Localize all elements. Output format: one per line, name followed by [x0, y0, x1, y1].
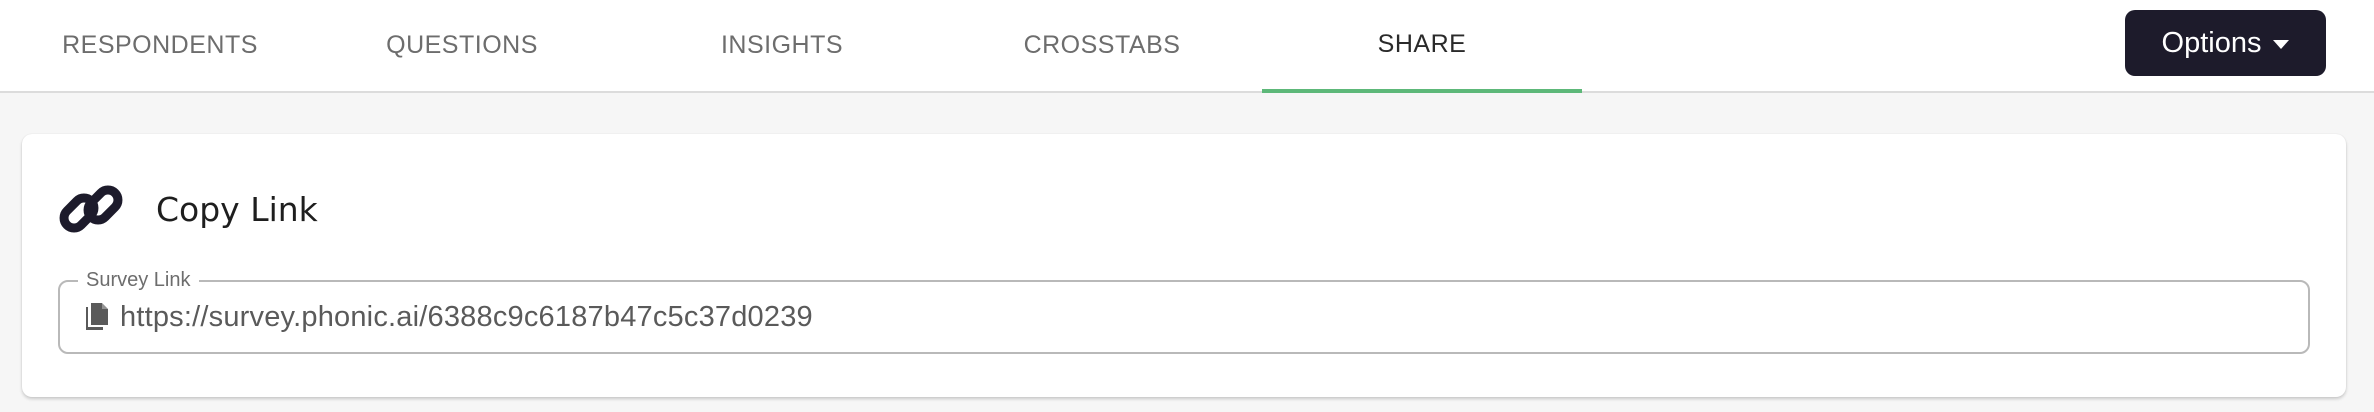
tab-questions[interactable]: QUESTIONS [302, 0, 622, 91]
tab-share[interactable]: SHARE [1262, 0, 1582, 93]
card-header: Copy Link [56, 174, 318, 244]
tab-respondents[interactable]: RESPONDENTS [0, 0, 320, 91]
top-navigation-bar: RESPONDENTS QUESTIONS INSIGHTS CROSSTABS… [0, 0, 2374, 93]
tab-label: QUESTIONS [386, 31, 538, 59]
tab-label: SHARE [1377, 30, 1467, 58]
tab-label: INSIGHTS [720, 31, 844, 59]
copy-link-card: Copy Link Survey Link https://survey.pho… [22, 134, 2346, 397]
tab-insights[interactable]: INSIGHTS [622, 0, 942, 91]
survey-link-field[interactable]: Survey Link https://survey.phonic.ai/638… [58, 268, 2310, 354]
link-icon [59, 185, 123, 233]
tab-crosstabs[interactable]: CROSSTABS [942, 0, 1262, 91]
tab-label: CROSSTABS [1023, 31, 1181, 59]
survey-link-value: https://survey.phonic.ai/6388c9c6187b47c… [120, 300, 813, 333]
copy-icon[interactable] [84, 301, 110, 333]
options-button-label: Options [2161, 26, 2262, 59]
caret-down-icon [2273, 40, 2290, 49]
tab-label: RESPONDENTS [62, 31, 258, 59]
survey-link-copy-area[interactable]: https://survey.phonic.ai/6388c9c6187b47c… [84, 282, 813, 352]
options-button[interactable]: Options [2125, 10, 2326, 76]
card-title: Copy Link [156, 189, 318, 229]
